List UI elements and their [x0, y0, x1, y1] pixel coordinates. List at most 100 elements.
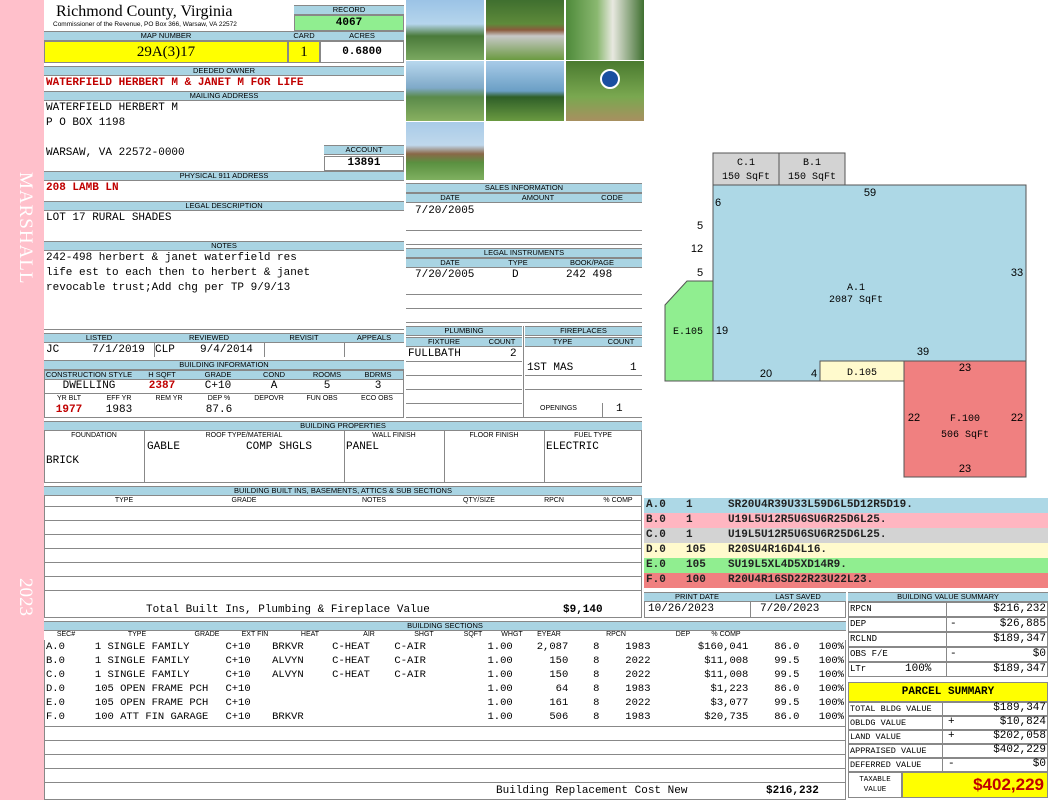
revisit-label: REVISIT — [264, 333, 344, 343]
sales-header-1: AMOUNT — [494, 193, 582, 203]
sketch-a1 — [712, 184, 1027, 382]
acres-value: 0.6800 — [320, 41, 404, 63]
sketch-code-sec: B.0 — [646, 514, 666, 526]
value-summary-label: LTr — [850, 664, 867, 674]
district-label: MARSHALL — [15, 172, 36, 285]
taxable-label-1: TAXABLE — [859, 776, 891, 784]
parcel-row-sign: + — [948, 730, 955, 742]
fireplace-count: 1 — [630, 362, 637, 374]
map-number: 29A(3)17 — [44, 41, 288, 63]
openings-label: OPENINGS — [540, 405, 577, 412]
dim-23b: 23 — [959, 463, 971, 475]
plumbing-count: 2 — [510, 348, 517, 360]
property-photo-7 — [406, 122, 484, 180]
year-label: 2023 — [15, 578, 36, 616]
legal-inst-type: D — [512, 269, 519, 281]
sections-header-9: EYEAR — [537, 631, 561, 638]
sketch-a1-label: A.1 — [847, 283, 865, 294]
legal-label: LEGAL DESCRIPTION — [44, 201, 404, 211]
li-header-0: DATE — [406, 258, 494, 268]
sections-header-1: TYPE — [127, 631, 147, 638]
dim-6: 6 — [715, 197, 721, 209]
sketch-code-text: SR20U4R39U33L59D6L5D12R5D19. — [728, 499, 913, 511]
dim-12: 12 — [691, 243, 703, 255]
sketch-f100-size: 506 SqFt — [941, 430, 989, 441]
parcel-row-label: TOTAL BLDG VALUE — [850, 704, 932, 714]
reviewed-label: REVIEWED — [154, 333, 264, 343]
parcel-row-value: $0 — [1032, 758, 1046, 770]
property-photo-6 — [566, 61, 644, 121]
value-summary-label: BUILDING VALUE SUMMARY — [848, 592, 1048, 602]
building-info-label: BUILDING INFORMATION — [44, 360, 404, 370]
last-saved-label: LAST SAVED — [750, 592, 846, 602]
sketch-code-sec: C.0 — [646, 529, 666, 541]
sketch-code-sec: D.0 — [646, 544, 666, 556]
sketch-code-text: U19L5U12R5U6SU6R25D6L25. — [728, 529, 887, 541]
sketch-code-text: R20SU4R16D4L16. — [728, 544, 828, 556]
sections-header-7: SQFT — [463, 631, 483, 638]
value-summary-value: $26,885 — [999, 618, 1046, 630]
taxable-label-2: VALUE — [863, 786, 887, 794]
map-number-label: MAP NUMBER — [44, 31, 288, 41]
sales-header-2: CODE — [582, 193, 642, 203]
value-summary-value: $189,347 — [993, 633, 1046, 645]
parcel-row-label: APPRAISED VALUE — [850, 746, 927, 756]
dim-22b: 22 — [1011, 412, 1023, 424]
legal-inst-date: 7/20/2005 — [415, 269, 475, 281]
value-summary-sign: 100% — [905, 663, 932, 675]
print-date-label: PRINT DATE — [644, 592, 750, 602]
property-photo-4 — [406, 61, 484, 121]
sections-header-11: DEP — [675, 631, 691, 638]
dim-33: 33 — [1011, 267, 1023, 279]
sketch-code-text: SU19L5XL4D5XD14R9. — [728, 559, 847, 571]
sketch-c1-label: C.1 — [737, 158, 755, 169]
dim-59: 59 — [864, 187, 876, 199]
sketch-code-n: 1 — [686, 499, 693, 511]
mailing-line2: P O BOX 1198 — [46, 117, 126, 129]
property-photo-1 — [406, 0, 484, 60]
value-summary-label: RCLND — [850, 634, 878, 644]
sketch-code-row: B.0 1 U19L5U12R5U6SU6R25D6L25. — [644, 513, 1048, 528]
value-summary-label: RPCN — [850, 604, 872, 614]
parcel-row-label: DEFERRED VALUE — [850, 760, 922, 770]
mailing-label: MAILING ADDRESS — [44, 91, 404, 101]
li-header-1: TYPE — [494, 258, 542, 268]
dim-19: 19 — [716, 325, 728, 337]
sketch-code-text: U19L5U12R5U6SU6R25D6L25. — [728, 514, 887, 526]
listed-date: 7/1/2019 — [92, 344, 145, 356]
plumbing-count-header: COUNT — [482, 337, 522, 347]
sketch-code-row: F.0 100 R20U4R16SD22R23U22L23. — [644, 573, 1048, 588]
notes-line3: revocable trust;Add chg per TP 9/9/13 — [46, 282, 291, 294]
value-summary-sign: - — [950, 648, 957, 660]
li-header-2: BOOK/PAGE — [542, 258, 642, 268]
address-sign-icon — [600, 69, 620, 89]
reviewed-date: 9/4/2014 — [200, 344, 253, 356]
parcel-row-sign: + — [948, 716, 955, 728]
card-value: 1 — [288, 41, 320, 63]
dim-5a: 5 — [697, 220, 703, 232]
sketch-code-sec: A.0 — [646, 499, 666, 511]
physical-label: PHYSICAL 911 ADDRESS — [44, 171, 404, 181]
plumbing-fixture-header: FIXTURE — [406, 337, 482, 347]
taxable-value: $402,229 — [902, 772, 1048, 798]
taxable-label-box: TAXABLE VALUE — [848, 772, 902, 798]
sketch-f100-label: F.100 — [950, 414, 980, 425]
sections-header-0: SEC# — [56, 631, 76, 638]
sales-label: SALES INFORMATION — [406, 183, 642, 193]
physical-address: 208 LAMB LN — [46, 182, 119, 194]
dim-23a: 23 — [959, 362, 971, 374]
value-summary-value: $0 — [1032, 648, 1046, 660]
record-label: RECORD — [294, 5, 404, 15]
builtins-label: BUILDING BUILT INS, BASEMENTS, ATTICS & … — [44, 486, 642, 496]
parcel-row-sign: - — [948, 758, 955, 770]
sketch-d105-label: D.105 — [847, 368, 877, 379]
acres-label: ACRES — [320, 31, 404, 41]
sections-label: BUILDING SECTIONS — [44, 621, 846, 631]
parcel-row-label: OBLDG VALUE — [850, 718, 907, 728]
sketch-code-n: 1 — [686, 529, 693, 541]
sketch-code-n: 105 — [686, 559, 706, 571]
plumbing-label: PLUMBING — [406, 326, 522, 336]
county-title: Richmond County, Virginia — [56, 3, 233, 20]
sections-header-3: EXT FIN — [241, 631, 269, 638]
sketch-code-row: E.0 105 SU19L5XL4D5XD14R9. — [644, 558, 1048, 573]
